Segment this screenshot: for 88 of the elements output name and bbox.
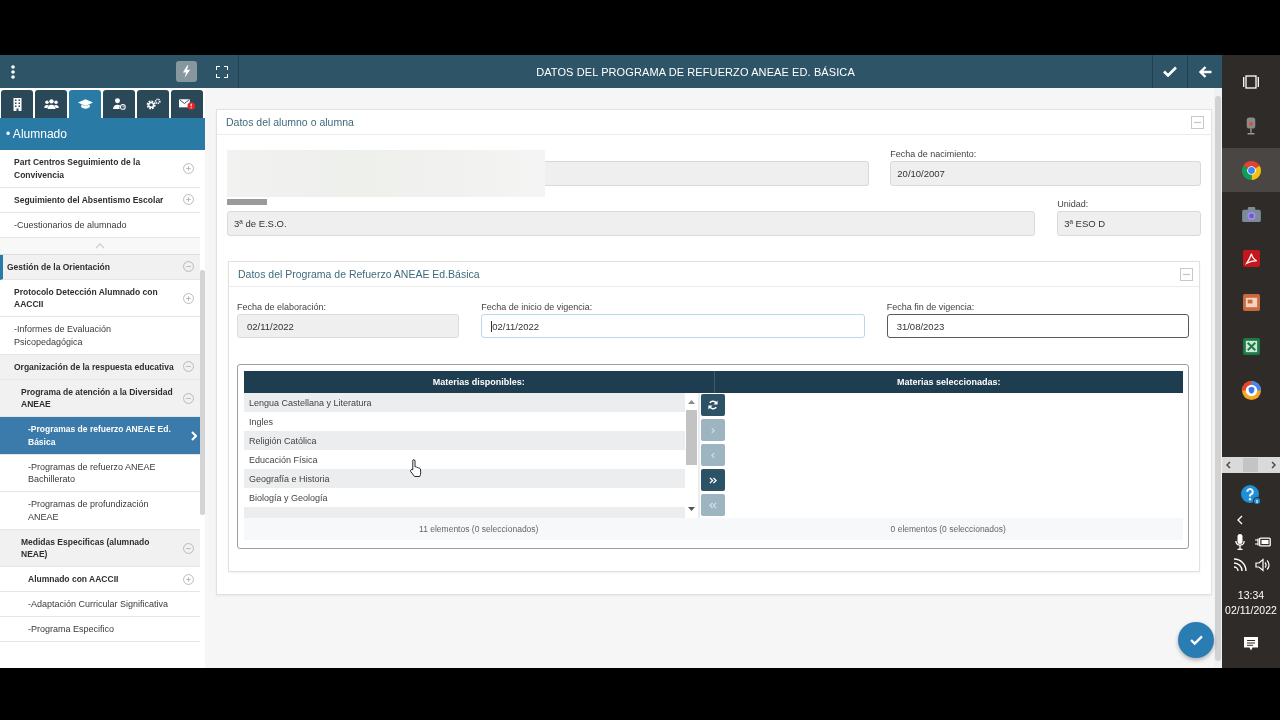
graduation-cap-icon: [77, 99, 93, 109]
clock-date: 02/11/2022: [1225, 604, 1277, 617]
sidebar-item[interactable]: -Programa Especifico: [0, 617, 200, 642]
input-field[interactable]: 3ª de E.S.O.: [227, 211, 1036, 236]
page-title: DATOS DEL PROGRAMA DE REFUERZO ANEAE ED. BÁSICA: [536, 65, 855, 78]
camera-icon: [1241, 206, 1261, 222]
lightning-icon: [182, 65, 191, 78]
text-cursor-icon: [491, 320, 493, 332]
sidebar-item[interactable]: Gestión de la Orientación: [0, 254, 200, 280]
column-header: Materias seleccionadas:: [713, 371, 1183, 393]
field-label: Fecha fin de vigencia:: [886, 302, 976, 312]
scroll-down-icon: [688, 507, 695, 511]
hand-cursor-icon: [409, 459, 424, 478]
sidebar-tab[interactable]: [35, 90, 67, 118]
field-label: Fecha de nacimiento:: [890, 149, 978, 159]
sidebar-item[interactable]: -Programas de profundización ANEAE: [0, 492, 200, 530]
panel-title: Datos del alumno o alumna: [226, 116, 355, 128]
sidebar-item[interactable]: Part Centros Seguimiento de la Convivencia: [0, 150, 200, 188]
shield-app-icon: [1241, 380, 1261, 400]
clock-time: 13:34: [1237, 589, 1265, 602]
scrollbar-thumb: [1243, 458, 1258, 472]
more-icon[interactable]: [11, 64, 15, 79]
wifi-icon[interactable]: [1232, 558, 1247, 572]
chevron-left-icon: [711, 451, 715, 459]
field-label: Fecha de inicio de vigencia:: [481, 302, 594, 312]
sidebar-item[interactable]: Organización de la respuesta educativa: [0, 354, 200, 380]
floating-confirm-button[interactable]: [1178, 622, 1214, 658]
field-label: Unidad:: [1057, 199, 1090, 209]
fullscreen-icon: [215, 65, 228, 78]
input-field[interactable]: 20/10/2007: [890, 161, 1201, 186]
sidebar-tab[interactable]: [1, 90, 33, 118]
list-item[interactable]: Educación Física: [244, 450, 685, 469]
redaction-bar: [227, 199, 267, 205]
input-field[interactable]: [545, 161, 870, 186]
sidebar-item[interactable]: Programa de atención a la Diversidad ANEAE: [0, 379, 200, 417]
speaker-icon[interactable]: [1254, 558, 1271, 572]
sidebar-item[interactable]: Alumnado con AACCII: [0, 567, 200, 592]
help-icon[interactable]: [1241, 485, 1261, 505]
refresh-button[interactable]: [701, 394, 725, 416]
sidebar-item[interactable]: -Programas de refuerzo ANEAE Ed. Básica: [0, 417, 200, 455]
date-field[interactable]: 02/11/2022: [481, 314, 865, 338]
input-field[interactable]: 3ª ESO D: [1057, 211, 1201, 236]
section-title: • Alumnado: [6, 127, 67, 141]
panel-title: Datos del Programa de Refuerzo ANEAE Ed.Básica: [238, 268, 481, 280]
chevron-right-icon: [711, 426, 715, 434]
item-count: 0 elementos (0 seleccionados): [890, 524, 1006, 534]
double-chevron-left-icon: [709, 501, 717, 509]
microphone-icon[interactable]: [1234, 534, 1245, 550]
chevron-right-icon[interactable]: [1271, 461, 1276, 469]
gears-icon: [145, 98, 161, 110]
sidebar-item[interactable]: Medidas Especificas (alumnado NEAE): [0, 529, 200, 567]
envelope-badge-icon: [179, 98, 195, 110]
sidebar-item[interactable]: Seguimiento del Absentismo Escolar: [0, 187, 200, 213]
sidebar-item[interactable]: -Cuestionarios de alumnado: [0, 212, 200, 238]
presentation-icon: [1242, 293, 1260, 311]
browser-icon: [1241, 160, 1261, 180]
sidebar-item[interactable]: -Adaptación Curricular Significativa: [0, 592, 200, 617]
move-all-right-button[interactable]: [701, 469, 725, 491]
sidebar-tab[interactable]: [69, 90, 101, 118]
task-view-icon[interactable]: [1243, 75, 1259, 89]
check-icon: [1189, 635, 1203, 645]
lightning-button[interactable]: [176, 61, 197, 82]
building-icon: [12, 97, 22, 111]
double-chevron-right-icon: [709, 476, 717, 484]
sidebar-tab[interactable]: [171, 90, 203, 118]
field-label: Fecha de elaboración:: [237, 302, 328, 312]
column-header: Materias disponibles:: [244, 371, 714, 393]
date-field[interactable]: 31/08/2023: [886, 314, 1189, 338]
scrollbar-thumb: [686, 410, 697, 465]
notification-icon[interactable]: [1243, 636, 1259, 651]
arrow-left-icon: [1198, 65, 1212, 78]
taskbar-button[interactable]: [1222, 148, 1280, 192]
spreadsheet-icon: [1242, 337, 1260, 355]
check-icon: [1163, 66, 1177, 77]
list-item[interactable]: Ingles: [244, 412, 685, 431]
chevron-right-icon: [191, 430, 197, 441]
battery-icon[interactable]: [1254, 536, 1271, 548]
pdf-icon: [1242, 249, 1260, 267]
sidebar-tab[interactable]: [103, 90, 135, 118]
chevron-left-icon[interactable]: [1226, 461, 1231, 469]
user-clock-icon: [112, 98, 126, 110]
refresh-icon: [708, 400, 718, 410]
item-count: 11 elementos (0 seleccionados): [419, 524, 539, 534]
microphone-app-icon: [1245, 117, 1257, 135]
users-icon: [43, 99, 59, 109]
list-item[interactable]: Biología y Geología: [244, 488, 685, 507]
sidebar-tab[interactable]: [137, 90, 169, 118]
scroll-up-icon: [688, 400, 695, 404]
